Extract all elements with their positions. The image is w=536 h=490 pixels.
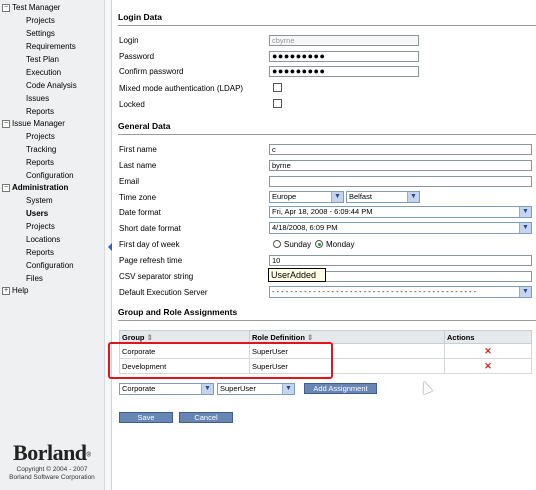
nav-help[interactable]: Help <box>12 286 28 296</box>
nav-test-manager[interactable]: Test Manager <box>12 3 60 13</box>
nav-files[interactable]: Files <box>26 274 43 284</box>
brand: Borland® Copyright © 2004 - 2007 Borland… <box>0 440 104 482</box>
nav-requirements[interactable]: Requirements <box>26 42 76 52</box>
locked-label: Locked <box>119 100 145 109</box>
nav-test-plan[interactable]: Test Plan <box>26 55 59 65</box>
chevron-down-icon: ▼ <box>519 287 531 297</box>
tooltip: UserAdded <box>268 268 326 282</box>
nav-projects[interactable]: Projects <box>26 16 55 26</box>
monday-radio[interactable] <box>315 240 323 248</box>
delete-icon[interactable]: ✕ <box>444 343 532 359</box>
refresh-label: Page refresh time <box>119 256 183 265</box>
csv-label: CSV separator string <box>119 272 194 281</box>
nav-issue-manager[interactable]: Issue Manager <box>12 119 65 129</box>
collapse-administration-icon[interactable]: − <box>2 184 10 192</box>
sort-icon[interactable]: ⇕ <box>307 333 313 342</box>
nav-users[interactable]: Users <box>26 209 48 219</box>
login-label: Login <box>119 36 139 45</box>
first-name-label: First name <box>119 145 157 154</box>
nav-issues[interactable]: Issues <box>26 94 49 104</box>
ldap-label: Mixed mode authentication (LDAP) <box>119 84 244 93</box>
password-label: Password <box>119 52 155 61</box>
date-format-select[interactable]: Fri, Apr 18, 2008 - 6:09:44 PM ▼ <box>269 206 532 218</box>
section-login-data: Login Data <box>118 12 536 26</box>
expand-help-icon[interactable]: + <box>2 287 10 295</box>
exec-server-label: Default Execution Server <box>119 288 208 297</box>
nav-settings[interactable]: Settings <box>26 29 55 39</box>
login-field[interactable]: cbyrne <box>269 35 419 46</box>
short-date-select[interactable]: 4/18/2008, 6:09 PM ▼ <box>269 222 532 234</box>
save-button[interactable]: Save <box>119 412 173 423</box>
borland-logo: Borland® <box>13 440 91 465</box>
chevron-down-icon: ▼ <box>282 384 294 394</box>
time-zone-city-select[interactable]: Belfast ▼ <box>346 191 420 203</box>
nav-issue-projects[interactable]: Projects <box>26 132 55 142</box>
locked-checkbox[interactable] <box>273 99 282 108</box>
nav-tracking[interactable]: Tracking <box>26 145 56 155</box>
nav-issue-configuration[interactable]: Configuration <box>26 171 74 181</box>
exec-server-select[interactable]: - - - - - - - - - - - - - - - - - - - - … <box>269 286 532 298</box>
first-name-field[interactable]: c <box>269 144 532 155</box>
confirm-password-label: Confirm password <box>119 67 184 76</box>
collapse-test-manager-icon[interactable]: − <box>2 4 10 12</box>
sunday-label: Sunday <box>284 240 312 249</box>
chevron-down-icon: ▼ <box>407 192 419 202</box>
refresh-field[interactable]: 10 <box>269 255 532 266</box>
nav-issue-reports[interactable]: Reports <box>26 158 54 168</box>
nav-locations[interactable]: Locations <box>26 235 60 245</box>
nav-reports[interactable]: Reports <box>26 107 54 117</box>
col-actions: Actions <box>444 330 532 344</box>
nav-admin-projects[interactable]: Projects <box>26 222 55 232</box>
first-day-label: First day of week <box>119 240 180 249</box>
sort-icon[interactable]: ⇕ <box>147 333 153 342</box>
sunday-radio[interactable] <box>273 240 281 248</box>
confirm-password-field[interactable]: ●●●●●●●●● <box>269 66 419 77</box>
last-name-label: Last name <box>119 161 157 170</box>
nav-administration[interactable]: Administration <box>12 183 68 193</box>
nav-code-analysis[interactable]: Code Analysis <box>26 81 77 91</box>
time-zone-label: Time zone <box>119 193 157 202</box>
monday-label: Monday <box>326 240 355 249</box>
copyright-line-1: Copyright © 2004 - 2007 <box>16 466 88 473</box>
time-zone-region-select[interactable]: Europe ▼ <box>269 191 344 203</box>
group-select[interactable]: Corporate ▼ <box>119 383 214 395</box>
section-role-assignments: Group and Role Assignments <box>118 307 536 321</box>
cancel-button[interactable]: Cancel <box>179 412 233 423</box>
nav-execution[interactable]: Execution <box>26 68 61 78</box>
copyright-line-2: Borland Software Corporation <box>9 474 95 481</box>
chevron-down-icon: ▼ <box>201 384 213 394</box>
mouse-cursor-icon <box>419 379 433 395</box>
short-date-label: Short date format <box>119 224 181 233</box>
password-field[interactable]: ●●●●●●●●● <box>269 51 419 62</box>
section-general-data: General Data <box>118 121 536 135</box>
chevron-down-icon: ▼ <box>519 223 531 233</box>
chevron-down-icon: ▼ <box>331 192 343 202</box>
collapse-issue-manager-icon[interactable]: − <box>2 120 10 128</box>
add-assignment-button[interactable]: Add Assignment <box>304 383 377 394</box>
email-field[interactable] <box>269 176 532 187</box>
collapse-sidebar-icon[interactable] <box>108 243 112 251</box>
email-label: Email <box>119 177 140 186</box>
delete-icon[interactable]: ✕ <box>444 358 532 374</box>
nav-admin-configuration[interactable]: Configuration <box>26 261 74 271</box>
nav-system[interactable]: System <box>26 196 53 206</box>
nav-admin-reports[interactable]: Reports <box>26 248 54 258</box>
sidebar: − Test Manager Projects Settings Require… <box>0 0 104 490</box>
ldap-checkbox[interactable] <box>273 83 282 92</box>
date-format-label: Date format <box>119 208 161 217</box>
highlight-box <box>108 342 333 379</box>
last-name-field[interactable]: byrne <box>269 160 532 171</box>
chevron-down-icon: ▼ <box>519 207 531 217</box>
role-select[interactable]: SuperUser ▼ <box>217 383 295 395</box>
